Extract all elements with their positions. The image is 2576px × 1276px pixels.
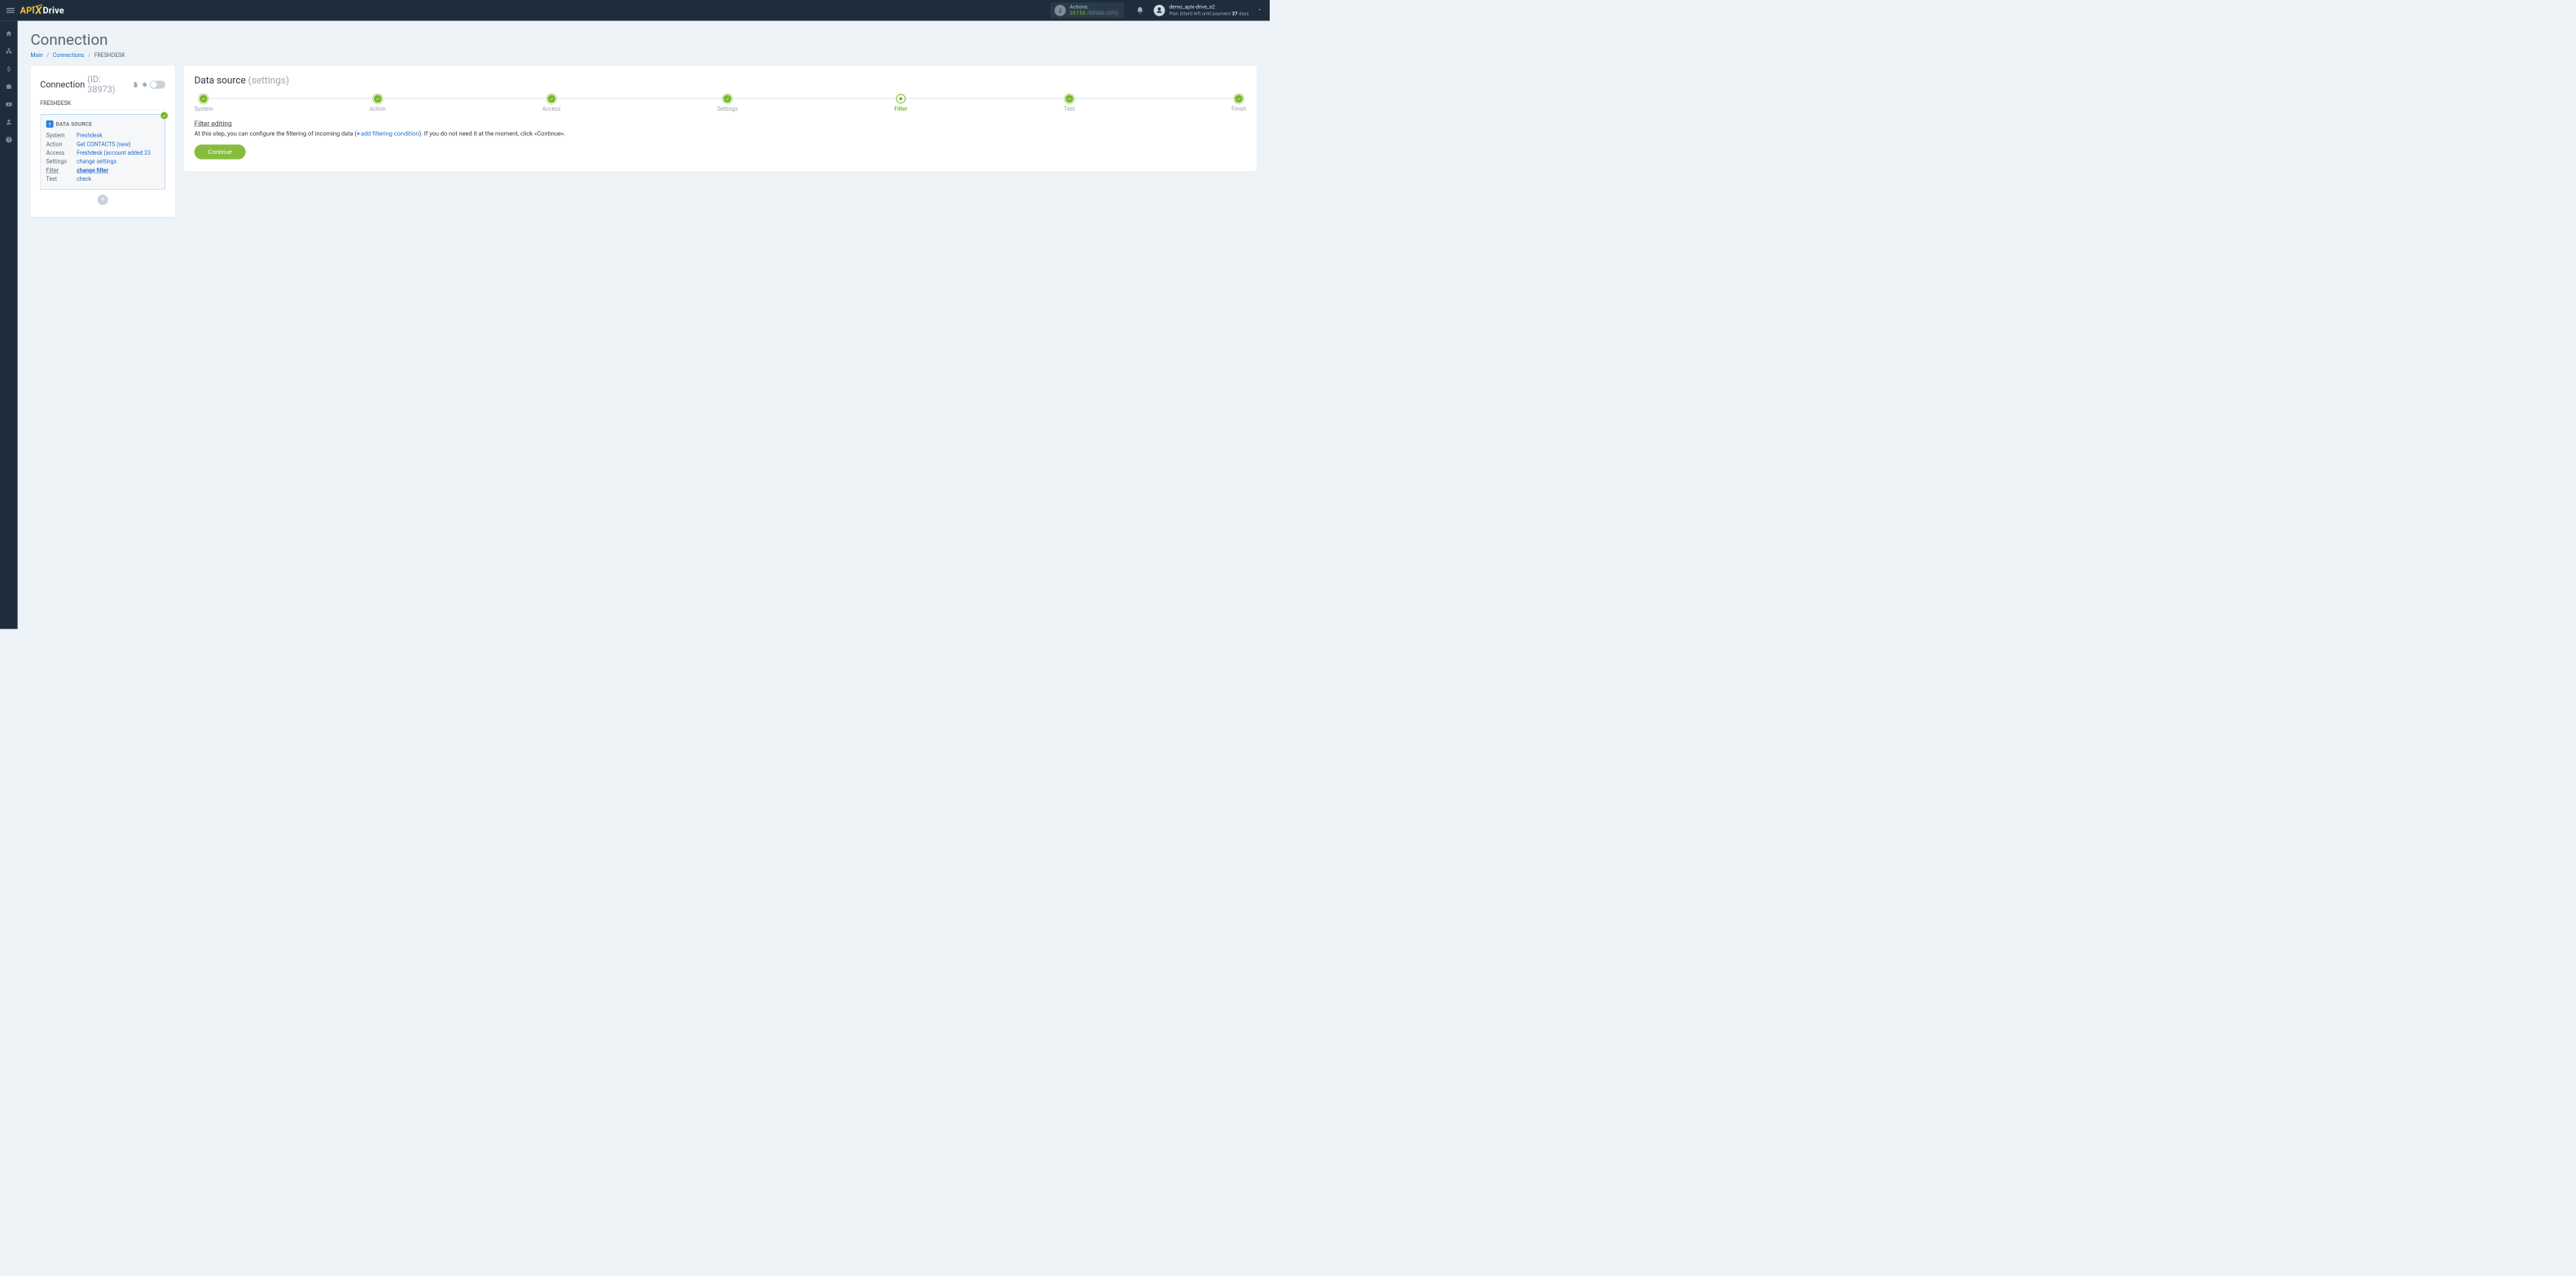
sidebar-account[interactable] <box>1 115 17 129</box>
data-source-box[interactable]: 1 DATA SOURCE SystemFreshdesk ActionGet … <box>40 114 165 190</box>
top-bar: API X Drive i Actions: 25'153 /50'000 (5… <box>0 0 1270 21</box>
user-plan: Plan |Start| left until payment 27 days <box>1169 11 1249 16</box>
step-settings[interactable]: Settings <box>718 94 738 112</box>
breadcrumb-current: FRESHDESK <box>94 52 125 59</box>
step-finish[interactable]: Finish <box>1231 94 1246 112</box>
ds-system-link[interactable]: Freshdesk <box>77 133 103 139</box>
ds-settings-link[interactable]: change settings <box>77 159 116 165</box>
ds-row-system: SystemFreshdesk <box>46 132 160 141</box>
progress-stepper: System Action Access Settings Filter Tes… <box>195 92 1247 112</box>
step-test[interactable]: Test <box>1064 94 1074 112</box>
connection-panel: Connection (ID: 38973) FRESHDESK 1 DATA … <box>30 66 174 217</box>
logo[interactable]: API X Drive <box>20 4 64 16</box>
avatar-icon <box>1154 5 1165 16</box>
help-icon <box>5 136 12 143</box>
page-title: Connection <box>30 31 1257 49</box>
sidebar-services[interactable] <box>1 80 17 94</box>
ds-access-link[interactable]: Freshdesk (account added 23 <box>77 150 151 156</box>
breadcrumb: Main / Connections / FRESHDESK <box>30 52 1257 59</box>
ds-row-filter: Filterchange filter <box>46 166 160 175</box>
home-icon <box>5 30 12 37</box>
sidebar-billing[interactable] <box>1 62 17 77</box>
actions-usage-box[interactable]: i Actions: 25'153 /50'000 (50%) <box>1051 2 1124 19</box>
add-filtering-condition-link[interactable]: +add filtering condition <box>357 130 419 138</box>
plus-icon: + <box>357 130 360 138</box>
youtube-icon <box>5 101 12 108</box>
ds-row-action: ActionGet CONTACTS (new) <box>46 140 160 149</box>
settings-title: Data source (settings) <box>195 75 1247 86</box>
filter-editing-title: Filter editing <box>195 120 1247 128</box>
main-content: Connection Main / Connections / FRESHDES… <box>18 21 1270 629</box>
step-access[interactable]: Access <box>542 94 561 112</box>
sidebar-connections[interactable] <box>1 44 17 59</box>
user-name: demo_apix-drive_s2 <box>1169 4 1249 11</box>
filter-editing-description: At this step, you can configure the filt… <box>195 130 1247 138</box>
logo-drive: Drive <box>42 6 64 15</box>
dollar-icon <box>5 65 12 72</box>
user-menu[interactable]: demo_apix-drive_s2 Plan |Start| left unt… <box>1154 4 1249 16</box>
breadcrumb-main[interactable]: Main <box>30 52 42 59</box>
sitemap-icon <box>5 48 12 55</box>
actions-percent: (50%) <box>1106 11 1119 16</box>
breadcrumb-connections[interactable]: Connections <box>53 52 85 59</box>
sidebar-help[interactable] <box>1 133 17 147</box>
ds-row-settings: Settingschange settings <box>46 158 160 167</box>
data-source-settings-panel: Data source (settings) System Action Acc… <box>184 66 1257 172</box>
step-filter[interactable]: Filter <box>894 94 907 112</box>
user-text: demo_apix-drive_s2 Plan |Start| left unt… <box>1169 4 1249 16</box>
chevron-down-icon[interactable] <box>1249 7 1264 14</box>
gear-icon[interactable] <box>141 81 147 88</box>
sidebar-video[interactable] <box>1 97 17 112</box>
step-action[interactable]: Action <box>370 94 386 112</box>
bell-icon <box>1136 7 1144 15</box>
data-source-title: DATA SOURCE <box>56 121 93 127</box>
logo-x: X <box>35 4 42 16</box>
briefcase-icon <box>5 83 12 90</box>
user-icon <box>5 118 12 125</box>
connection-label: Connection <box>40 80 85 90</box>
connection-toggle[interactable] <box>150 81 165 89</box>
ds-row-access: AccessFreshdesk (account added 23 <box>46 149 160 158</box>
ds-test-link[interactable]: check <box>77 176 91 182</box>
ds-row-test: Testcheck <box>46 175 160 184</box>
actions-used: 25'153 <box>1069 11 1085 16</box>
continue-button[interactable]: Continue <box>195 144 246 159</box>
notifications-button[interactable] <box>1130 7 1150 15</box>
actions-label: Actions: <box>1069 4 1118 11</box>
sidebar-home[interactable] <box>1 27 17 42</box>
connection-name: FRESHDESK <box>40 97 165 109</box>
add-block-button[interactable]: + <box>98 195 108 205</box>
ds-filter-link[interactable]: change filter <box>77 167 108 173</box>
data-source-status-icon <box>160 112 169 121</box>
step-system[interactable]: System <box>195 94 213 112</box>
sidebar <box>0 21 18 629</box>
document-icon[interactable] <box>132 81 138 88</box>
info-icon: i <box>1055 5 1066 16</box>
connection-id: (ID: 38973) <box>87 75 129 95</box>
menu-button[interactable] <box>3 5 18 16</box>
ds-action-link[interactable]: Get CONTACTS (new) <box>77 141 130 147</box>
connection-header: Connection (ID: 38973) <box>40 75 165 95</box>
data-source-number: 1 <box>46 121 54 128</box>
actions-text: Actions: 25'153 /50'000 (50%) <box>1069 4 1118 17</box>
